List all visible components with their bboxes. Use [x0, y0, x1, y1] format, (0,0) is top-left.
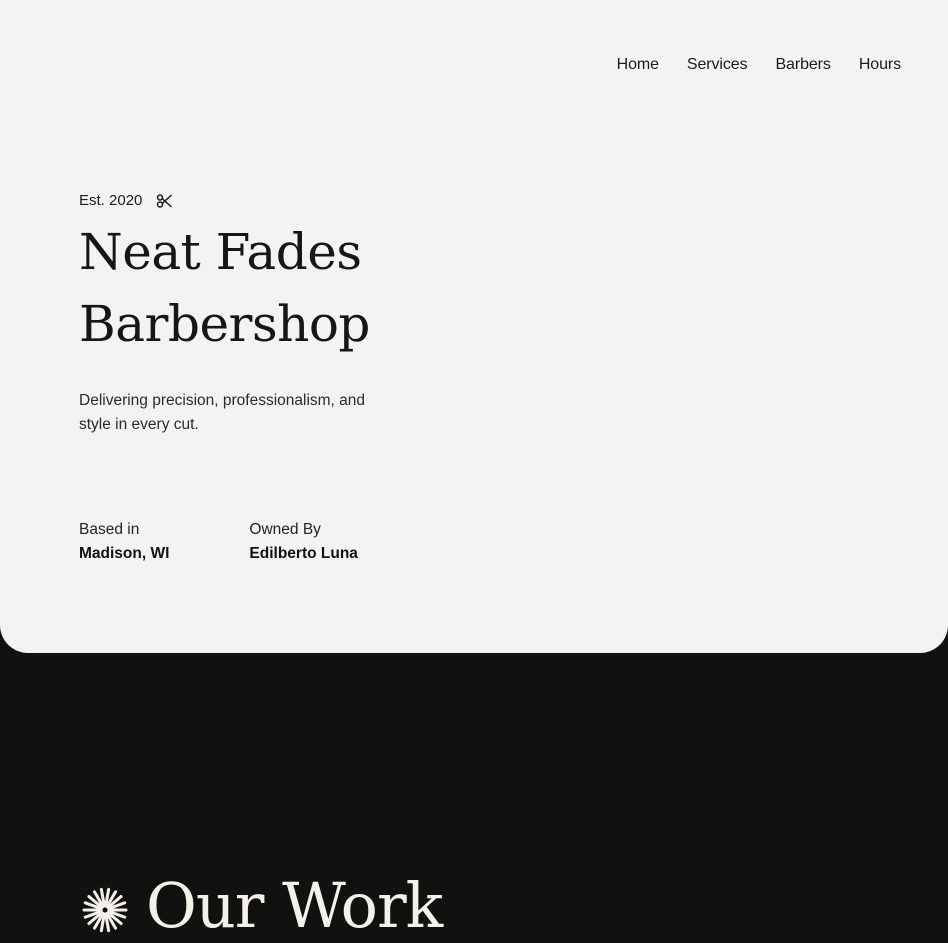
location-value: Madison, WI — [79, 545, 170, 562]
hero-section: Home Services Barbers Hours Est. 2020 Ne… — [0, 0, 948, 653]
tagline: Delivering precision, professionalism, a… — [79, 392, 366, 433]
nav-services-link[interactable]: Services — [687, 55, 748, 75]
shop-details: Based in Madison, WI Owned By Edilberto … — [79, 518, 358, 566]
title-line-2: Barbershop — [79, 295, 370, 353]
location-detail: Based in Madison, WI — [79, 518, 169, 566]
established-row: Est. 2020 — [79, 191, 173, 211]
nav-home-link[interactable]: Home — [617, 55, 659, 75]
our-work-heading: Our Work — [82, 866, 443, 943]
scissors-icon — [156, 193, 173, 209]
owner-value: Edilberto Luna — [249, 545, 358, 562]
main-nav: Home Services Barbers Hours — [617, 55, 901, 75]
our-work-title: Our Work — [146, 869, 443, 942]
location-label: Based in — [79, 521, 140, 538]
title-line-1: Neat Fades — [79, 223, 362, 281]
page-title: Neat Fades Barbershop — [79, 216, 459, 360]
burst-icon — [82, 887, 128, 933]
nav-barbers-link[interactable]: Barbers — [775, 55, 830, 75]
owner-label: Owned By — [249, 521, 321, 538]
owner-detail: Owned By Edilberto Luna — [249, 518, 358, 566]
nav-hours-link[interactable]: Hours — [859, 55, 901, 75]
established-text: Est. 2020 — [79, 192, 143, 209]
